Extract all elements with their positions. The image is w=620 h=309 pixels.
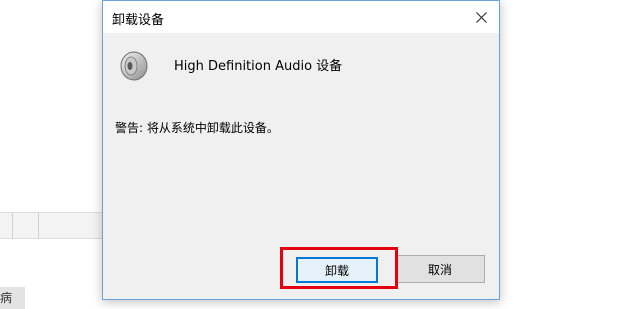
dialog-titlebar: 卸载设备 bbox=[103, 1, 499, 33]
background-toolbar-divider bbox=[12, 213, 13, 238]
background-toolbar-divider bbox=[38, 213, 39, 238]
close-button[interactable] bbox=[463, 1, 499, 33]
background-chip[interactable]: 病 bbox=[0, 287, 25, 309]
device-name: High Definition Audio 设备 bbox=[174, 59, 343, 74]
cancel-button-label: 取消 bbox=[427, 262, 452, 277]
uninstall-button[interactable]: 卸载 bbox=[296, 257, 378, 283]
background-toolbar bbox=[0, 212, 102, 239]
uninstall-device-dialog: 卸载设备 High Definition Audio 设备 警告: 将从系统中卸… bbox=[102, 0, 500, 300]
cancel-button[interactable]: 取消 bbox=[395, 255, 485, 283]
background-chip-label: 病 bbox=[0, 291, 13, 305]
speaker-icon bbox=[120, 51, 148, 81]
close-icon bbox=[475, 11, 487, 23]
uninstall-button-label: 卸载 bbox=[324, 263, 349, 278]
dialog-title: 卸载设备 bbox=[112, 13, 165, 28]
warning-message: 警告: 将从系统中卸载此设备。 bbox=[115, 121, 279, 135]
